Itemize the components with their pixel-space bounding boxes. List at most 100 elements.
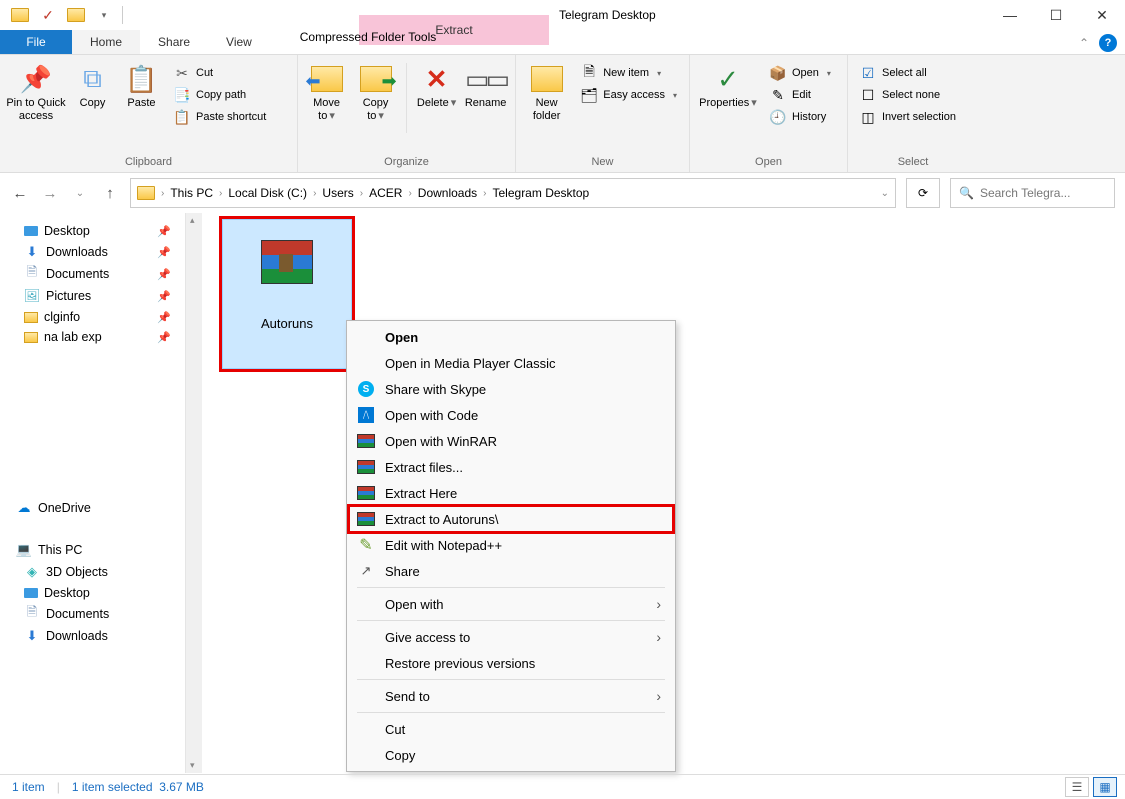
easy-access-button[interactable]: 🗂Easy access▾ bbox=[575, 85, 683, 105]
history-button[interactable]: 🕘History bbox=[764, 107, 837, 127]
cut-button[interactable]: ✂Cut bbox=[168, 63, 272, 83]
ctx-edit-npp[interactable]: ✎Edit with Notepad++ bbox=[349, 532, 673, 558]
paste-button[interactable]: 📋 Paste bbox=[119, 59, 164, 114]
breadcrumb-item[interactable]: Users bbox=[322, 186, 353, 200]
ctx-restore[interactable]: Restore previous versions bbox=[349, 650, 673, 676]
open-button[interactable]: 📦Open▾ bbox=[764, 63, 837, 83]
breadcrumb-item[interactable]: Telegram Desktop bbox=[493, 186, 590, 200]
ctx-open-code[interactable]: ⧸⧹Open with Code bbox=[349, 402, 673, 428]
status-item-count: 1 item bbox=[12, 780, 45, 794]
notepadpp-icon: ✎ bbox=[357, 536, 375, 554]
ribbon-collapse-icon[interactable]: ⌃ bbox=[1079, 36, 1089, 50]
chevron-down-icon[interactable]: ⌄ bbox=[881, 188, 889, 199]
search-input[interactable]: 🔍 Search Telegra... bbox=[950, 178, 1115, 208]
nav-up-button[interactable]: ↑ bbox=[100, 185, 120, 202]
title-bar: ✓ ▾ Extract Telegram Desktop — ☐ ✕ bbox=[0, 0, 1125, 30]
select-none-button[interactable]: ☐Select none bbox=[854, 85, 962, 105]
copy-path-button[interactable]: 📑Copy path bbox=[168, 85, 272, 105]
view-large-icons-button[interactable]: ▦ bbox=[1093, 777, 1117, 797]
document-icon: 🗎 bbox=[24, 606, 40, 622]
ctx-open-mpc[interactable]: Open in Media Player Classic bbox=[349, 350, 673, 376]
nav-item-documents[interactable]: 🗎Documents📌 bbox=[6, 263, 179, 285]
file-label: Autoruns bbox=[261, 316, 313, 331]
breadcrumb-item[interactable]: Local Disk (C:) bbox=[228, 186, 307, 200]
ctx-send-to[interactable]: Send to› bbox=[349, 683, 673, 709]
paste-shortcut-icon: 📋 bbox=[174, 109, 190, 125]
scroll-down-icon[interactable]: ▾ bbox=[190, 760, 195, 771]
nav-item-folder[interactable]: clginfo📌 bbox=[6, 307, 179, 327]
paste-shortcut-button[interactable]: 📋Paste shortcut bbox=[168, 107, 272, 127]
move-to-button[interactable]: ⬅ Move to▾ bbox=[304, 59, 349, 127]
ctx-share[interactable]: ↗Share bbox=[349, 558, 673, 584]
nav-item-desktop[interactable]: Desktop📌 bbox=[6, 221, 179, 241]
separator bbox=[357, 587, 665, 588]
compressed-folder-tools-tab[interactable]: Compressed Folder Tools bbox=[278, 30, 458, 44]
copy-to-button[interactable]: ➡ Copy to▾ bbox=[353, 59, 398, 127]
ctx-share-skype[interactable]: SShare with Skype bbox=[349, 376, 673, 402]
file-tab[interactable]: File bbox=[0, 30, 72, 54]
nav-item-folder[interactable]: na lab exp📌 bbox=[6, 327, 179, 347]
scrollbar[interactable]: ▴ ▾ bbox=[185, 213, 202, 773]
close-button[interactable]: ✕ bbox=[1079, 0, 1125, 30]
winrar-icon bbox=[357, 458, 375, 476]
nav-recent-button[interactable]: ⌄ bbox=[70, 188, 90, 199]
window-title: Telegram Desktop bbox=[559, 8, 656, 22]
ctx-open-with[interactable]: Open with› bbox=[349, 591, 673, 617]
nav-item-downloads[interactable]: ⬇Downloads📌 bbox=[6, 241, 179, 263]
folder-icon bbox=[24, 312, 38, 323]
breadcrumb[interactable]: › This PC› Local Disk (C:)› Users› ACER›… bbox=[130, 178, 896, 208]
scroll-up-icon[interactable]: ▴ bbox=[190, 215, 195, 226]
edit-button[interactable]: ✎Edit bbox=[764, 85, 837, 105]
document-icon: 🗎 bbox=[24, 266, 40, 282]
rename-button[interactable]: ▭▭ Rename bbox=[462, 59, 509, 114]
view-details-button[interactable]: ☰ bbox=[1065, 777, 1089, 797]
minimize-button[interactable]: — bbox=[987, 0, 1033, 30]
help-icon[interactable]: ? bbox=[1099, 34, 1117, 52]
ribbon: 📌 Pin to Quick access ⧉ Copy 📋 Paste ✂Cu… bbox=[0, 55, 1125, 173]
ctx-give-access[interactable]: Give access to› bbox=[349, 624, 673, 650]
nav-item-desktop[interactable]: Desktop bbox=[6, 583, 179, 603]
view-tab[interactable]: View bbox=[208, 30, 270, 54]
ctx-open-winrar[interactable]: Open with WinRAR bbox=[349, 428, 673, 454]
ctx-copy[interactable]: Copy bbox=[349, 742, 673, 768]
separator bbox=[357, 679, 665, 680]
pin-to-quick-access-button[interactable]: 📌 Pin to Quick access bbox=[6, 59, 66, 127]
refresh-button[interactable]: ⟳ bbox=[906, 178, 940, 208]
ctx-open[interactable]: Open bbox=[349, 324, 673, 350]
winrar-icon bbox=[357, 510, 375, 528]
rar-archive-icon bbox=[261, 240, 313, 302]
new-item-button[interactable]: 🗎New item▾ bbox=[575, 63, 683, 83]
maximize-button[interactable]: ☐ bbox=[1033, 0, 1079, 30]
delete-button[interactable]: ✕ Delete▾ bbox=[415, 59, 458, 114]
breadcrumb-item[interactable]: Downloads bbox=[418, 186, 477, 200]
folder-icon[interactable] bbox=[66, 5, 86, 25]
invert-selection-button[interactable]: ◫Invert selection bbox=[854, 107, 962, 127]
file-item-autoruns[interactable]: Autoruns bbox=[222, 219, 352, 369]
nav-item-documents[interactable]: 🗎Documents bbox=[6, 603, 179, 625]
copy-button[interactable]: ⧉ Copy bbox=[70, 59, 115, 114]
breadcrumb-item[interactable]: ACER bbox=[369, 186, 402, 200]
nav-item-thispc[interactable]: 💻This PC bbox=[6, 539, 179, 561]
select-all-button[interactable]: ☑Select all bbox=[854, 63, 962, 83]
properties-icon[interactable]: ✓ bbox=[38, 5, 58, 25]
nav-item-onedrive[interactable]: ☁OneDrive bbox=[6, 497, 179, 519]
chevron-right-icon[interactable]: › bbox=[161, 188, 164, 199]
properties-button[interactable]: ✓ Properties▾ bbox=[696, 59, 760, 114]
share-tab[interactable]: Share bbox=[140, 30, 208, 54]
home-tab[interactable]: Home bbox=[72, 30, 140, 54]
nav-item-pictures[interactable]: 🖼Pictures📌 bbox=[6, 285, 179, 307]
ctx-extract-to[interactable]: Extract to Autoruns\ bbox=[349, 506, 673, 532]
group-label: New bbox=[522, 154, 683, 172]
ctx-cut[interactable]: Cut bbox=[349, 716, 673, 742]
nav-forward-button[interactable]: → bbox=[40, 185, 60, 202]
nav-item-downloads[interactable]: ⬇Downloads bbox=[6, 625, 179, 647]
breadcrumb-item[interactable]: This PC bbox=[170, 186, 213, 200]
qat-dropdown-icon[interactable]: ▾ bbox=[94, 5, 114, 25]
pin-icon: 📌 bbox=[157, 268, 171, 281]
new-folder-button[interactable]: New folder bbox=[522, 59, 571, 127]
ctx-extract-files[interactable]: Extract files... bbox=[349, 454, 673, 480]
folder-icon[interactable] bbox=[10, 5, 30, 25]
ctx-extract-here[interactable]: Extract Here bbox=[349, 480, 673, 506]
nav-item-3dobjects[interactable]: ◈3D Objects bbox=[6, 561, 179, 583]
nav-back-button[interactable]: ← bbox=[10, 185, 30, 202]
